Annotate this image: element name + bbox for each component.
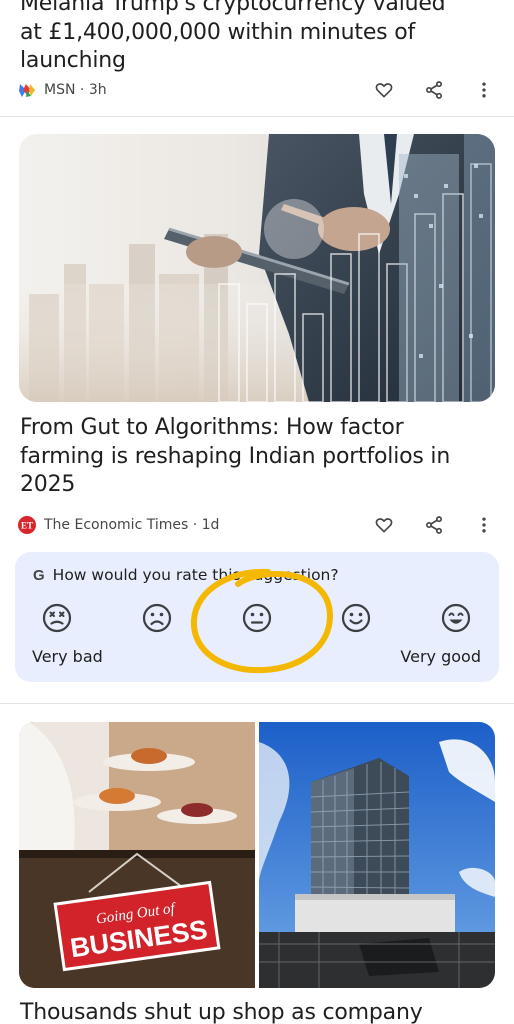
title-line: farming is reshaping Indian portfolios i… — [20, 443, 451, 469]
more-options-button[interactable] — [472, 78, 496, 102]
article-age: 1d — [201, 517, 220, 533]
article-image-left[interactable]: Going Out of BUSINESS — [19, 722, 255, 988]
article-image[interactable] — [19, 134, 495, 402]
like-button[interactable] — [372, 513, 396, 537]
share-button[interactable] — [422, 513, 446, 537]
article-age: 3h — [88, 82, 107, 98]
very-good-face-icon[interactable] — [440, 602, 472, 634]
businessman-tablet-city-chart-image — [19, 134, 495, 402]
title-line: Melania Trump's cryptocurrency valued — [20, 0, 446, 16]
more-options-button[interactable] — [472, 513, 496, 537]
article-title[interactable]: Thousands shut up shop as company — [20, 999, 490, 1024]
article-source-row: MSN · 3h — [18, 78, 496, 102]
separator-dot: · — [75, 82, 89, 98]
article-source-row: ET The Economic Times · 1d — [18, 513, 496, 537]
title-line: Thousands shut up shop as company — [20, 1000, 423, 1024]
heart-icon — [375, 518, 393, 533]
neutral-face-icon[interactable] — [241, 602, 273, 634]
msn-logo-icon — [19, 84, 35, 97]
good-face-icon[interactable] — [340, 602, 372, 634]
source-name[interactable]: MSN — [44, 82, 75, 98]
rating-card: G How would you rate this suggestion? Ve… — [15, 552, 499, 682]
very-bad-label: Very bad — [32, 647, 103, 666]
article-title[interactable]: From Gut to Algorithms: How factor farmi… — [20, 414, 490, 500]
article-actions — [346, 513, 496, 537]
very-bad-face-icon[interactable] — [41, 602, 73, 634]
bad-face-icon[interactable] — [141, 602, 173, 634]
share-icon — [426, 516, 442, 534]
share-icon — [426, 81, 442, 99]
title-line: at £1,400,000,000 within minutes of — [20, 19, 416, 45]
separator-dot: · — [188, 517, 202, 533]
card-divider — [0, 116, 514, 117]
rating-question: How would you rate this suggestion? — [52, 566, 339, 584]
source-name[interactable]: The Economic Times — [44, 517, 188, 533]
article-actions — [346, 78, 496, 102]
restaurant-closing-sign-image: Going Out of BUSINESS — [19, 722, 255, 988]
title-line: From Gut to Algorithms: How factor — [20, 415, 404, 440]
share-button[interactable] — [422, 78, 446, 102]
economic-times-logo-icon: ET — [18, 516, 36, 534]
title-line: launching — [20, 48, 126, 73]
more-vert-icon — [482, 82, 486, 98]
card-divider — [0, 703, 514, 704]
more-vert-icon — [482, 517, 486, 533]
high-rise-construction-image — [259, 722, 495, 988]
source-logo-text: ET — [21, 521, 33, 531]
google-logo: G — [33, 566, 45, 584]
very-good-label: Very good — [400, 647, 481, 666]
rating-question-row: G How would you rate this suggestion? — [33, 566, 339, 584]
like-button[interactable] — [372, 78, 396, 102]
article-image-right[interactable] — [259, 722, 495, 988]
title-line: 2025 — [20, 472, 76, 497]
heart-icon — [375, 83, 393, 98]
article-title[interactable]: Melania Trump's cryptocurrency valued at… — [20, 0, 490, 76]
